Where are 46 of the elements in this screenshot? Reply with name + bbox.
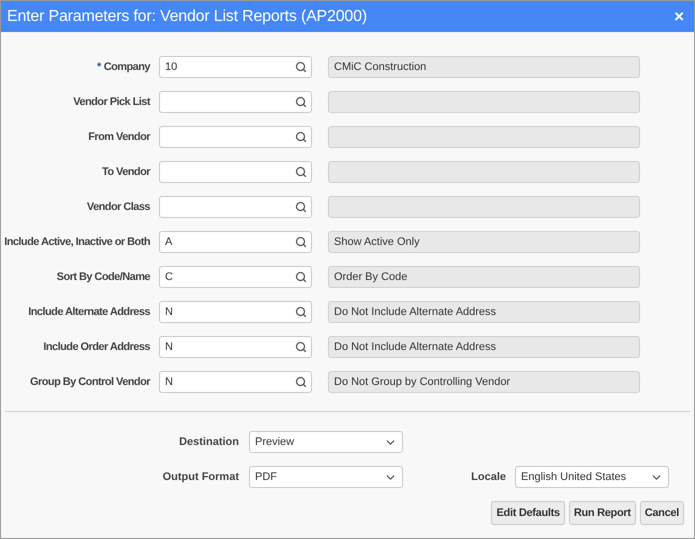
search-icon	[295, 341, 307, 353]
lookup-field[interactable]: N	[159, 336, 312, 358]
format-select[interactable]: PDF	[249, 466, 403, 488]
search-icon	[295, 61, 307, 73]
field-label: Sort By Code/Name	[56, 270, 150, 285]
field-label: Destination	[179, 434, 239, 450]
field-label: To Vendor	[102, 164, 150, 180]
lookup-field[interactable]: 10	[159, 56, 312, 78]
field-label: Vendor Class	[86, 200, 150, 215]
lookup-field[interactable]: N	[159, 301, 312, 323]
search-icon	[295, 306, 307, 318]
field-label: * Company	[96, 60, 150, 75]
lookup-field[interactable]	[159, 161, 312, 183]
search-icon	[295, 201, 307, 213]
action-button[interactable]: Cancel	[640, 501, 684, 525]
lookup-field[interactable]: C	[159, 266, 312, 288]
lookup-field[interactable]: N	[159, 371, 312, 393]
description-field: Do Not Include Alternate Address	[328, 301, 640, 323]
field-label: Include Active, Inactive or Both	[4, 234, 150, 250]
description-field: Do Not Include Alternate Address	[328, 336, 640, 358]
window-title: Enter Parameters for: Vendor List Reports (AP2000)	[7, 6, 367, 26]
locale-select[interactable]: English United States	[515, 466, 669, 488]
search-icon	[295, 131, 307, 143]
description-field: Do Not Group by Controlling Vendor	[328, 371, 640, 393]
description-field: Show Active Only	[328, 231, 640, 253]
field-label: Include Order Address	[43, 340, 150, 355]
field-label: Group By Control Vendor	[30, 374, 150, 390]
lookup-field[interactable]	[159, 91, 312, 113]
search-icon	[295, 271, 307, 283]
field-label: Locale	[471, 470, 506, 485]
lookup-field[interactable]	[159, 126, 312, 148]
search-icon	[295, 96, 307, 108]
description-field: Order By Code	[328, 266, 640, 288]
action-button[interactable]: Run Report	[568, 501, 636, 525]
field-label: Output Format	[162, 470, 239, 485]
destination-select[interactable]: Preview	[249, 431, 403, 453]
search-icon	[295, 236, 307, 248]
lookup-field[interactable]: A	[159, 231, 312, 253]
action-button[interactable]: Edit Defaults	[491, 501, 565, 525]
description-field: CMiC Construction	[328, 56, 640, 78]
field-label: From Vendor	[88, 130, 150, 145]
search-icon	[295, 166, 307, 178]
field-label: Vendor Pick List	[73, 94, 150, 110]
search-icon	[295, 376, 307, 388]
lookup-field[interactable]	[159, 196, 312, 218]
field-label: Include Alternate Address	[28, 304, 150, 320]
